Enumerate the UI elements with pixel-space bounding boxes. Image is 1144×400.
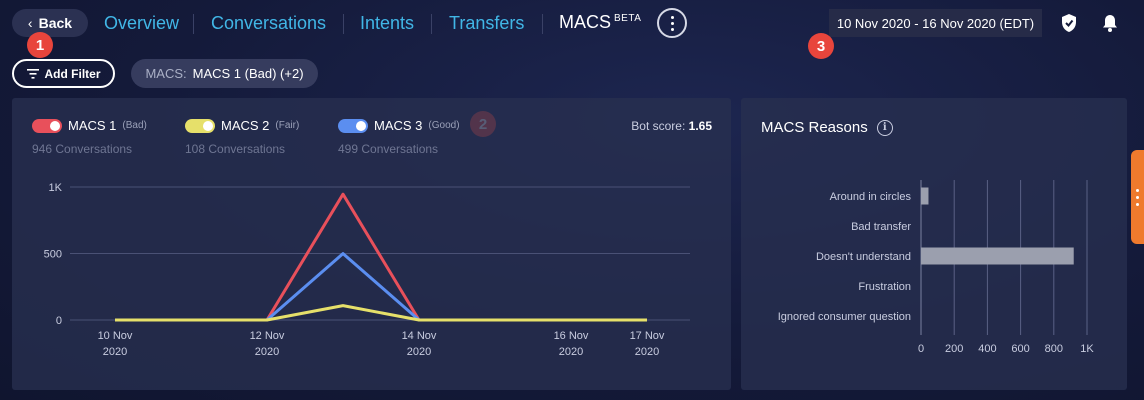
dot — [1136, 202, 1139, 206]
side-drawer-tab[interactable] — [1131, 150, 1144, 244]
macs-reasons-bar-chart: 0 200 400 600 800 1K Around in circles Bad tran… — [778, 180, 1094, 355]
x-tick-label: 1K — [1080, 343, 1094, 355]
x-tick-label: 600 — [1011, 343, 1029, 355]
category-label: Doesn't understand — [816, 251, 911, 263]
reason-bar — [921, 247, 1074, 265]
category-label: Frustration — [858, 281, 911, 293]
x-tick-label: 200 — [945, 343, 963, 355]
reason-bar — [921, 187, 929, 205]
x-tick-label: 400 — [978, 343, 996, 355]
x-tick-label: 800 — [1045, 343, 1063, 355]
category-label: Bad transfer — [851, 221, 911, 233]
dot — [1136, 188, 1139, 192]
category-label: Ignored consumer question — [778, 311, 911, 323]
dot — [1136, 195, 1139, 199]
category-label: Around in circles — [830, 191, 912, 203]
x-tick-label: 0 — [918, 343, 924, 355]
